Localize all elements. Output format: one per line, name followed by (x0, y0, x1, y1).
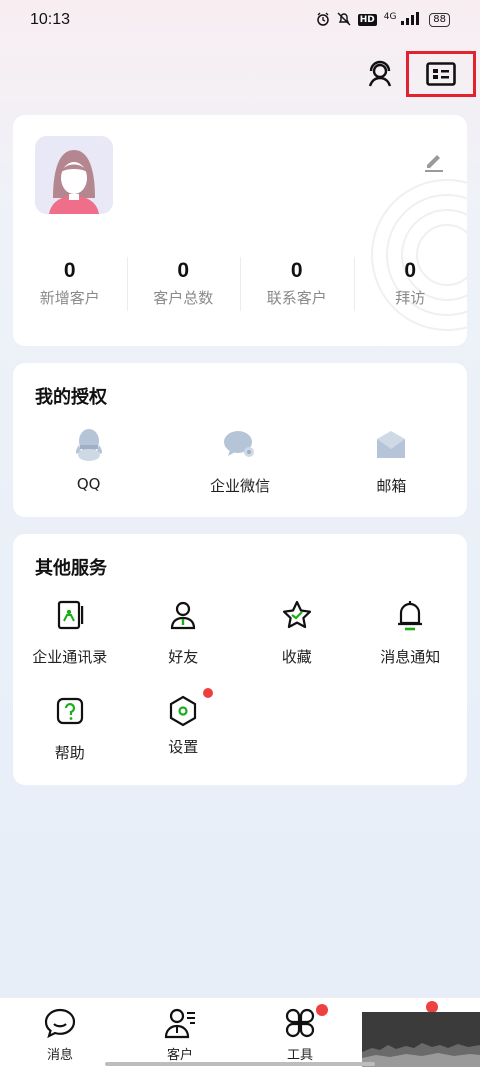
avatar-female-icon (35, 136, 113, 214)
network-label: 4G (383, 11, 397, 22)
stat-value: 0 (63, 259, 76, 282)
status-bar: 10:13 HD 4G 88 (0, 0, 480, 40)
tab-label: 消息 (46, 1048, 73, 1063)
service-label: 企业通讯录 (32, 648, 108, 666)
contacts-book-icon (53, 598, 87, 632)
signal-icon: 4G (383, 11, 423, 29)
wecom-icon (222, 427, 258, 463)
authorization-card: 我的授权 QQ 企业微信 邮箱 (13, 363, 467, 517)
tab-customers[interactable]: 客户 (120, 998, 240, 1067)
status-time: 10:13 (30, 11, 71, 28)
avatar[interactable] (35, 136, 113, 214)
home-indicator[interactable] (105, 1062, 375, 1066)
service-settings[interactable]: 设置 (127, 688, 241, 790)
stat-value: 0 (290, 259, 303, 282)
tab-tools[interactable]: 工具 (240, 998, 360, 1067)
service-contacts[interactable]: 企业通讯录 (13, 598, 127, 694)
stat-value: 0 (177, 259, 190, 282)
stat-value: 0 (404, 259, 417, 282)
business-card-button[interactable] (406, 51, 476, 97)
battery-indicator: 88 (429, 13, 450, 27)
auth-label: 企业微信 (209, 477, 270, 495)
mail-icon (373, 427, 409, 463)
tools-badge-dot (316, 1004, 328, 1016)
authorization-list: QQ 企业微信 邮箱 (13, 427, 467, 496)
auth-label: 邮箱 (376, 477, 407, 495)
decorative-pattern (371, 179, 467, 331)
services-grid: 企业通讯录 好友 收藏 消息通知 帮助 设置 (13, 598, 467, 790)
message-icon (43, 1006, 77, 1040)
preview-thumbnail (362, 1012, 480, 1067)
customer-service-icon (368, 60, 392, 87)
business-card-icon (426, 62, 456, 86)
service-friends[interactable]: 好友 (127, 598, 241, 694)
tab-label: 客户 (166, 1048, 193, 1063)
customer-service-button[interactable] (363, 57, 397, 91)
section-title: 其他服务 (35, 558, 107, 579)
stat-visits[interactable]: 0 拜访 (353, 255, 468, 315)
settings-badge-dot (202, 688, 213, 698)
services-row: 企业通讯录 好友 收藏 消息通知 (13, 598, 467, 694)
mute-icon (337, 12, 351, 29)
other-services-card: 其他服务 企业通讯录 好友 收藏 消息通知 帮助 设置 (13, 534, 467, 785)
service-label: 消息通知 (380, 648, 441, 666)
edit-profile-button[interactable] (421, 148, 447, 174)
status-icons: HD 4G 88 (316, 11, 450, 29)
stat-label: 客户总数 (153, 289, 214, 307)
service-notifications[interactable]: 消息通知 (354, 598, 468, 694)
services-row: 帮助 设置 (13, 688, 467, 790)
friend-icon (166, 598, 200, 632)
service-favorites[interactable]: 收藏 (240, 598, 354, 694)
stat-label: 联系客户 (266, 289, 327, 307)
service-help[interactable]: 帮助 (13, 694, 127, 790)
customer-icon (163, 1006, 197, 1040)
star-icon (280, 598, 314, 632)
stat-label: 新增客户 (39, 289, 100, 307)
help-icon (53, 694, 87, 728)
profile-card: 0 新增客户 0 客户总数 0 联系客户 0 拜访 (13, 115, 467, 346)
pencil-icon (425, 155, 443, 172)
auth-item-wecom[interactable]: 企业微信 (164, 427, 315, 496)
tools-icon (283, 1006, 317, 1040)
stat-label: 拜访 (395, 289, 426, 307)
section-title: 我的授权 (35, 387, 107, 408)
service-label: 好友 (168, 648, 199, 666)
bell-icon (393, 598, 427, 632)
service-label: 设置 (168, 738, 199, 756)
service-label: 收藏 (281, 648, 312, 666)
auth-label: QQ (76, 475, 101, 493)
service-label: 帮助 (54, 744, 85, 762)
stat-new-customers[interactable]: 0 新增客户 (13, 255, 127, 315)
qq-icon (71, 427, 107, 463)
stat-contacted-customers[interactable]: 0 联系客户 (240, 255, 354, 315)
tab-messages[interactable]: 消息 (0, 998, 120, 1067)
settings-icon (166, 694, 200, 728)
auth-item-mail[interactable]: 邮箱 (316, 427, 467, 496)
alarm-icon (316, 12, 330, 29)
stat-total-customers[interactable]: 0 客户总数 (126, 255, 241, 315)
hd-badge: HD (357, 14, 377, 26)
auth-item-qq[interactable]: QQ (13, 427, 164, 496)
tab-label: 工具 (286, 1048, 313, 1063)
stats-row: 0 新增客户 0 客户总数 0 联系客户 0 拜访 (13, 255, 467, 315)
